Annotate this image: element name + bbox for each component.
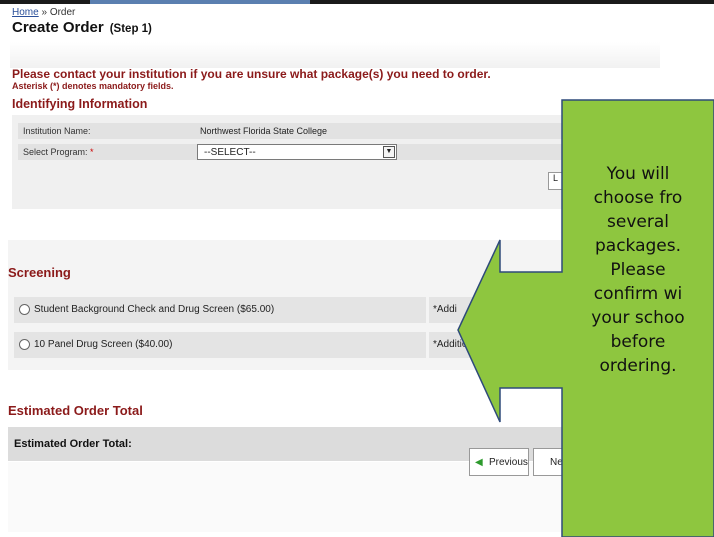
callout-line: Please (610, 260, 666, 280)
callout-text: You will choose fro several packages. Pl… (562, 162, 714, 378)
callout-line: packages. (594, 236, 682, 256)
callout-line: before (610, 332, 666, 352)
callout-line: several (607, 212, 669, 232)
callout-line: ordering. (599, 356, 677, 376)
callout-line: You will (606, 164, 670, 184)
callout-line: choose fro (593, 188, 683, 208)
callout-line: confirm wi (593, 284, 683, 304)
callout-line: your schoo (591, 308, 685, 328)
